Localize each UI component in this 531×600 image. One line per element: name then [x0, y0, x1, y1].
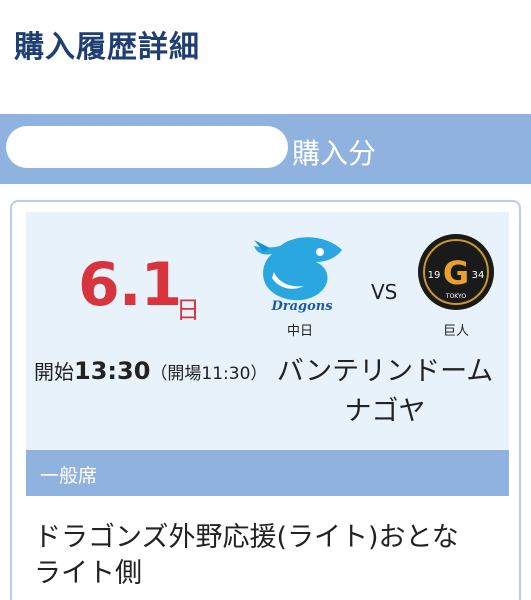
venue: バンテリンドーム ナゴヤ — [274, 352, 496, 432]
ticket-name-line-2: ライト側 — [34, 558, 142, 589]
open-time: （開場11:30） — [150, 364, 268, 384]
ticket-name-line-1: ドラゴンズ外野応援(ライト)おとな — [34, 522, 459, 553]
venue-line-1: バンテリンドーム — [276, 356, 494, 387]
giants-logo-city: TOKYO — [445, 293, 466, 300]
venue-line-2: ナゴヤ — [344, 396, 426, 427]
away-team: G 19 34 TOKYO 巨人 — [416, 232, 496, 342]
away-team-name: 巨人 — [442, 324, 469, 339]
giants-logo-letter: G — [443, 254, 469, 292]
dragons-logo-icon: Dragons — [254, 237, 342, 314]
game-weekday: 日 — [176, 296, 200, 324]
purchase-header: 購入分 — [0, 114, 531, 184]
dragons-logo-text: Dragons — [270, 299, 333, 314]
start-time: 開始13:30（開場11:30） — [34, 356, 267, 385]
purchase-suffix: 購入分 — [292, 137, 377, 170]
home-team-name: 中日 — [286, 324, 313, 339]
vs-label: VS — [371, 280, 398, 304]
page-title: 購入履歴詳細 — [14, 30, 200, 65]
seat-type-label: 一般席 — [40, 465, 98, 487]
start-time-value: 13:30 — [74, 357, 151, 385]
home-team: Dragons 中日 — [250, 232, 350, 342]
giants-logo-icon: G 19 34 TOKYO — [418, 234, 494, 310]
game-date: 6.1 — [78, 250, 182, 320]
ticket-card[interactable]: 6.1 日 Dragons 中日 VS G 19 34 TOKYO 巨人 開始1… — [10, 200, 521, 600]
game-panel: 6.1 日 Dragons 中日 VS G 19 34 TOKYO 巨人 開始1… — [26, 212, 509, 450]
seat-type-bar: 一般席 — [26, 450, 509, 496]
giants-logo-year-right: 34 — [472, 270, 485, 281]
start-label: 開始 — [34, 360, 74, 384]
ticket-name: ドラゴンズ外野応援(ライト)おとな ライト側 — [34, 520, 514, 592]
redacted-purchaser — [6, 126, 288, 168]
giants-logo-year-left: 19 — [428, 270, 441, 281]
